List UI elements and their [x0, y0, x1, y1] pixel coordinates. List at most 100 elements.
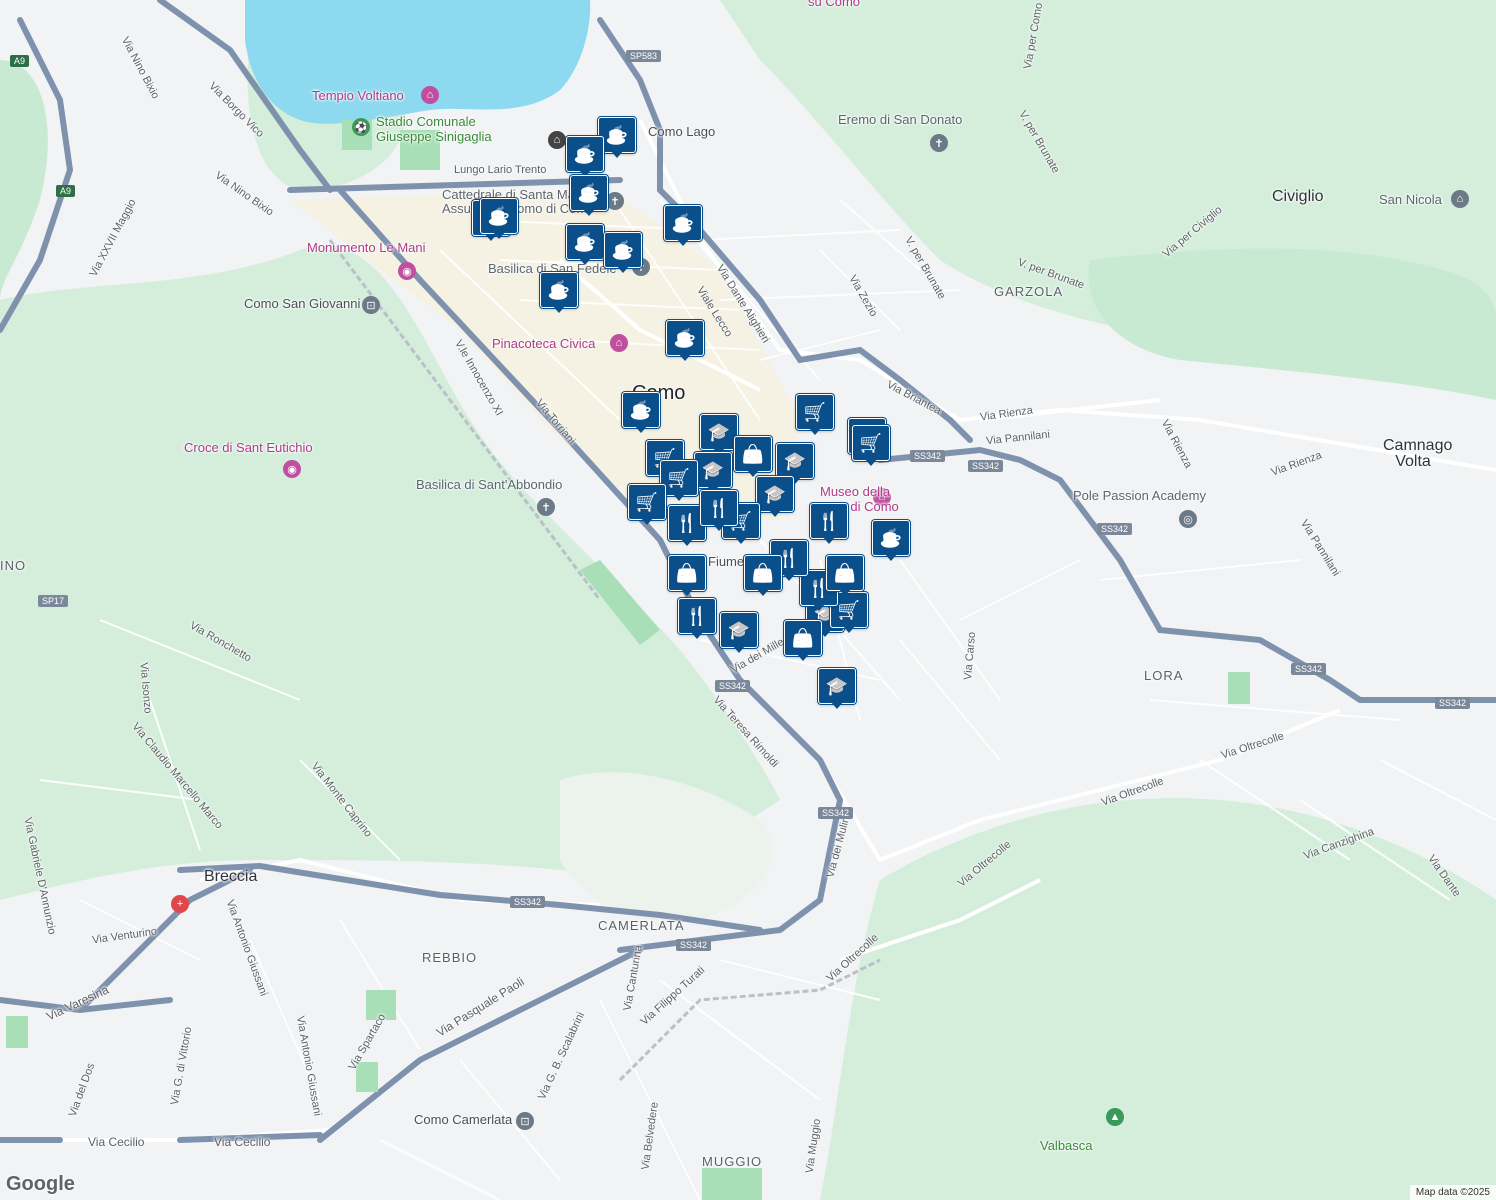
- cart-icon: 🛒: [859, 432, 883, 453]
- area-label: INO: [0, 558, 27, 573]
- road-shield: SS342: [676, 939, 712, 951]
- bag-icon: 👜: [833, 562, 857, 583]
- road-shield: SP17: [38, 595, 69, 607]
- cart-marker[interactable]: 🛒: [796, 394, 834, 438]
- train-icon: ⊡: [516, 1112, 534, 1130]
- coffee-marker[interactable]: ☕: [872, 520, 910, 564]
- poi-label: Fiume: [708, 554, 745, 569]
- cart-marker[interactable]: 🛒: [628, 484, 666, 528]
- school-marker[interactable]: 🎓: [818, 668, 856, 712]
- bag-marker[interactable]: 👜: [734, 436, 772, 480]
- poi-label: Basilica di Sant'Abbondio: [416, 477, 563, 492]
- church-icon: ✝: [537, 498, 555, 516]
- road-shield: SS342: [968, 460, 1004, 472]
- google-logo: Google: [6, 1173, 75, 1195]
- tempio-icon: ⌂: [421, 86, 439, 104]
- cart-marker[interactable]: 🛒: [852, 425, 890, 469]
- coffee-icon: ☕: [673, 327, 697, 348]
- school-icon: 🎓: [727, 619, 751, 640]
- coffee-icon: ☕: [577, 182, 601, 203]
- park: [1228, 672, 1250, 704]
- school-marker[interactable]: 🎓: [720, 612, 758, 656]
- cart-icon: 🛒: [837, 599, 861, 620]
- coffee-marker[interactable]: ☕: [622, 392, 660, 436]
- area-label: GARZOLA: [994, 284, 1064, 299]
- poi-label: Monumento Le Mani: [307, 240, 426, 255]
- tree-icon: ▲: [1106, 1108, 1124, 1126]
- landmark-icon: ⌂: [548, 131, 566, 149]
- poi-label: San Nicola: [1379, 192, 1442, 207]
- road-shield: SS342: [510, 896, 546, 908]
- school-icon: 🎓: [825, 675, 849, 696]
- school-icon: 🎓: [763, 483, 787, 504]
- coffee-marker[interactable]: ☕: [604, 232, 642, 276]
- road-shield: SS342: [1291, 663, 1327, 675]
- area-label: MUGGIO: [702, 1154, 763, 1169]
- food-marker[interactable]: 🍴: [678, 598, 716, 642]
- coffee-marker[interactable]: ☕: [540, 272, 578, 316]
- bag-icon: 👜: [675, 562, 699, 583]
- food-marker[interactable]: 🍴: [700, 490, 738, 534]
- road-shield: SS342: [1435, 697, 1471, 709]
- poi-label: su Como: [808, 0, 861, 9]
- coffee-marker[interactable]: ☕: [664, 205, 702, 249]
- map-canvas[interactable]: ⌂ ⚽ ◉ ✝ ✝ ⌂ ⊡ ◉ ✝ ✝ ⌂ ◎ ⌂ ⊡ ▲ + ⌂ Como B…: [0, 0, 1496, 1200]
- bag-marker[interactable]: 👜: [784, 620, 822, 664]
- bag-marker[interactable]: 👜: [826, 555, 864, 599]
- coffee-marker[interactable]: ☕: [566, 224, 604, 268]
- church-icon: ✝: [930, 134, 948, 152]
- poi-label: Pinacoteca Civica: [492, 336, 596, 351]
- school-icon: 🎓: [783, 450, 807, 471]
- forest-area: [820, 798, 1496, 1200]
- food-icon: 🍴: [707, 497, 731, 518]
- coffee-icon: ☕: [547, 279, 571, 300]
- forest-area: [1088, 248, 1496, 400]
- monument-icon: ◉: [398, 262, 416, 280]
- street-label: Via Cecilio: [214, 1135, 271, 1149]
- school-icon: 🎓: [707, 421, 731, 442]
- road-shield: SS342: [715, 680, 751, 692]
- poi-label: Como Lago: [648, 124, 716, 139]
- road-shield: SP583: [626, 50, 662, 62]
- coffee-marker[interactable]: ☕: [480, 198, 518, 242]
- cart-icon: 🛒: [803, 401, 827, 422]
- map-attribution[interactable]: Map data ©2025: [1409, 1185, 1496, 1200]
- coffee-icon: ☕: [879, 527, 903, 548]
- school-marker[interactable]: 🎓: [756, 476, 794, 520]
- road-shield: SS342: [1097, 523, 1133, 535]
- stadium-icon: ⚽: [352, 118, 370, 136]
- hospital-icon: +: [171, 895, 189, 913]
- poi-label: Como San Giovanni: [244, 296, 361, 311]
- park: [6, 1016, 28, 1048]
- food-icon: 🍴: [675, 512, 699, 533]
- bag-icon: 👜: [791, 627, 815, 648]
- coffee-marker[interactable]: ☕: [566, 136, 604, 180]
- coffee-marker[interactable]: ☕: [666, 320, 704, 364]
- street-label: Via Cecilio: [88, 1135, 145, 1149]
- poi-label: Pole Passion Academy: [1073, 488, 1206, 503]
- cart-icon: 🛒: [635, 491, 659, 512]
- coffee-icon: ☕: [605, 124, 629, 145]
- poi-label: Como Camerlata: [414, 1112, 513, 1127]
- bag-marker[interactable]: 👜: [668, 555, 706, 599]
- area-label: LORA: [1144, 668, 1184, 683]
- poi-label: Stadio Comunale Giuseppe Sinigaglia: [376, 114, 492, 144]
- church-icon: ⌂: [1451, 190, 1469, 208]
- area-label: REBBIO: [422, 950, 478, 965]
- poi-label: Croce di Sant Eutichio: [184, 440, 313, 455]
- cart-icon: 🛒: [667, 467, 691, 488]
- coffee-icon: ☕: [573, 143, 597, 164]
- town-label: Camnago Volta: [1383, 437, 1453, 470]
- food-marker[interactable]: 🍴: [810, 503, 848, 547]
- train-icon: ⊡: [362, 296, 380, 314]
- coffee-icon: ☕: [573, 231, 597, 252]
- church-icon: ✝: [606, 192, 624, 210]
- street-label: Lungo Lario Trento: [454, 164, 547, 176]
- poi-label: Eremo di San Donato: [838, 112, 963, 127]
- museum-icon: ⌂: [610, 334, 628, 352]
- coffee-icon: ☕: [611, 239, 635, 260]
- road-shield: SS342: [818, 807, 854, 819]
- bag-marker[interactable]: 👜: [744, 555, 782, 599]
- coffee-marker[interactable]: ☕: [570, 175, 608, 219]
- coffee-icon: ☕: [487, 205, 511, 226]
